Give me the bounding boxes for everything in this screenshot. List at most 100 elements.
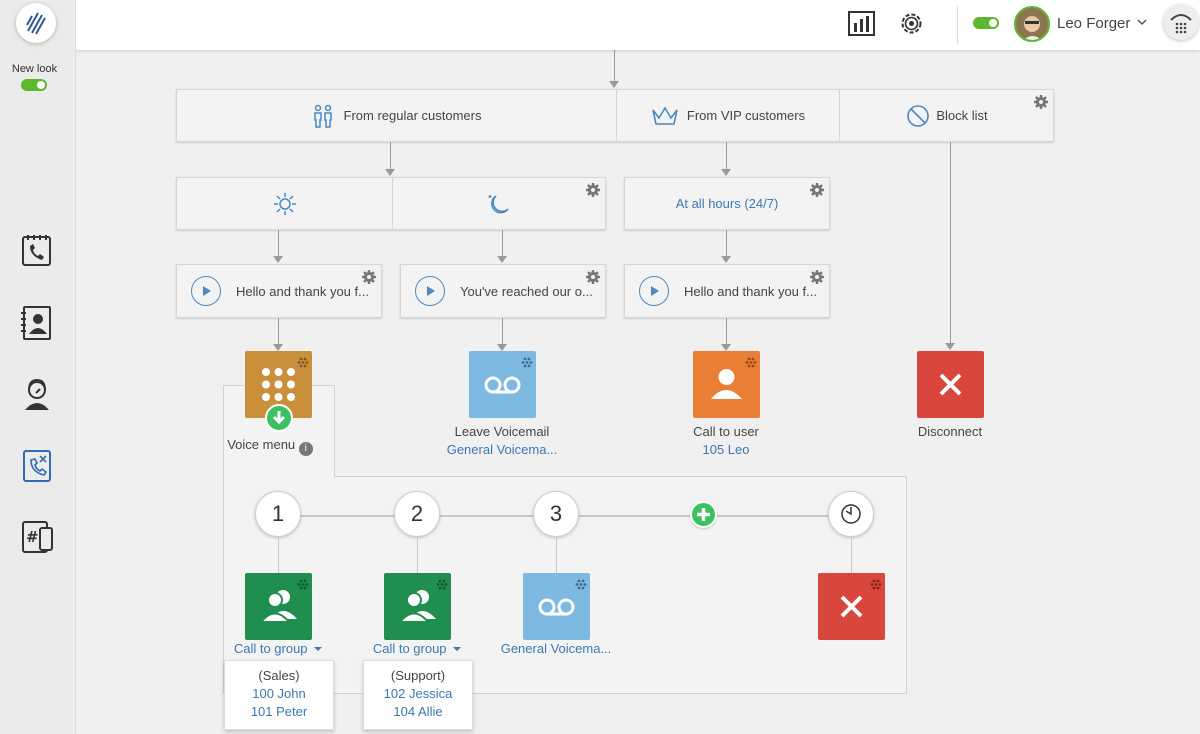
timeout-icon [841,504,861,524]
gear-icon[interactable] [586,270,600,284]
crown-icon [652,105,678,125]
group-name: (Sales) [258,668,300,683]
top-bar: Leo Forger [0,0,1200,50]
call-history-icon[interactable] [18,232,56,270]
greeting-box[interactable]: You've reached our o... [400,264,606,318]
new-look-label: New look [11,63,58,75]
disconnect-tile[interactable] [917,351,984,418]
connector [726,142,727,170]
group-dropdown-label: Call to group [233,641,308,656]
connector-arrow [385,169,395,176]
rule-block-label: Block list [936,108,988,123]
greeting-box[interactable]: Hello and thank you f... [624,264,830,318]
numbers-icon[interactable]: # [18,518,56,556]
tab-joiner [224,474,334,478]
group-tile-support[interactable] [384,573,451,640]
call-user-label: Call to user [693,424,759,439]
moon-icon [488,194,509,213]
chevron-down-icon[interactable] [1136,15,1148,27]
play-icon[interactable] [639,276,669,306]
new-look-toggle[interactable] [21,79,47,91]
greeting-text: Hello and thank you f... [684,284,817,299]
statistics-icon[interactable] [848,11,875,36]
menu-voicemail-tile[interactable] [523,573,590,640]
group-name: (Support) [390,668,446,683]
contacts-icon[interactable] [18,304,56,342]
routing-rules: From regular customers From VIP customer… [176,89,1054,142]
group-member[interactable]: 101 Peter [225,703,333,721]
rule-block-list[interactable]: Block list [840,90,1054,141]
dialpad-icon[interactable] [1163,4,1199,40]
connector [726,230,727,257]
connector [278,230,279,257]
menu-timeout[interactable] [828,491,874,537]
agent-icon[interactable] [18,376,56,414]
user-name[interactable]: Leo Forger [1057,15,1130,32]
settings-icon[interactable] [899,11,924,36]
schedule-vip[interactable]: At all hours (24/7) [624,177,830,230]
group-member[interactable]: 102 Jessica [364,685,472,703]
caret-down-icon [314,647,323,651]
connector-arrow [609,81,619,88]
gear-icon[interactable] [362,270,376,284]
connector [278,537,279,573]
connector-arrow [273,256,283,263]
rule-vip-customers[interactable]: From VIP customers [617,90,839,141]
menu-disconnect-tile[interactable] [818,573,885,640]
group-dropdown-support[interactable]: Call to group [361,641,473,656]
play-icon[interactable] [191,276,221,306]
disconnect-label: Disconnect [917,424,983,439]
menu-option-2[interactable]: 2 [394,491,440,537]
expand-down-icon[interactable] [265,404,293,432]
schedule-night[interactable] [393,178,605,229]
greeting-box[interactable]: Hello and thank you f... [176,264,382,318]
connector [278,318,279,345]
connector-arrow [497,344,507,351]
group-member[interactable]: 104 Allie [364,703,472,721]
call-user-target[interactable]: 105 Leo [666,442,786,457]
connector-arrow [721,344,731,351]
leave-voicemail-label: Leave Voicemail [454,424,550,439]
call-flow-icon[interactable] [18,447,56,485]
group-dropdown-label: Call to group [372,641,447,656]
sidebar: New look # [0,0,75,734]
gear-icon[interactable] [810,183,824,197]
gear-icon[interactable] [586,183,600,197]
connector-arrow [721,169,731,176]
logo-icon[interactable] [16,3,56,43]
group-dropdown-sales[interactable]: Call to group [222,641,334,656]
add-option-icon[interactable] [690,501,717,528]
voice-menu-label: Voice menu i [225,437,315,456]
play-icon[interactable] [415,276,445,306]
connector [417,537,418,573]
call-user-tile[interactable] [693,351,760,418]
schedule-all-hours: At all hours (24/7) [675,196,779,211]
sun-icon [273,192,296,215]
leave-voicemail-tile[interactable] [469,351,536,418]
gear-icon[interactable] [810,270,824,284]
rule-regular-customers[interactable]: From regular customers [177,90,616,141]
menu-voicemail-target[interactable]: General Voicema... [486,641,626,656]
connector [950,142,951,344]
menu-option-1[interactable]: 1 [255,491,301,537]
info-icon[interactable]: i [298,442,313,456]
group-members-support: (Support) 102 Jessica 104 Allie [363,660,473,730]
greeting-text: You've reached our o... [460,284,593,299]
customers-icon [313,104,332,128]
avatar[interactable] [1014,6,1050,42]
group-tile-sales[interactable] [245,573,312,640]
divider [957,6,958,44]
connector-arrow [273,344,283,351]
voice-menu-text: Voice menu [227,437,296,452]
leave-voicemail-target[interactable]: General Voicema... [432,442,572,457]
availability-toggle[interactable] [973,17,999,29]
schedule-day[interactable] [177,178,392,229]
connector [614,50,615,82]
rule-regular-label: From regular customers [343,108,482,123]
group-member[interactable]: 100 John [225,685,333,703]
menu-option-3[interactable]: 3 [533,491,579,537]
gear-icon[interactable] [1034,95,1048,109]
connector [502,230,503,257]
rule-vip-label: From VIP customers [686,108,806,123]
connector [556,537,557,573]
